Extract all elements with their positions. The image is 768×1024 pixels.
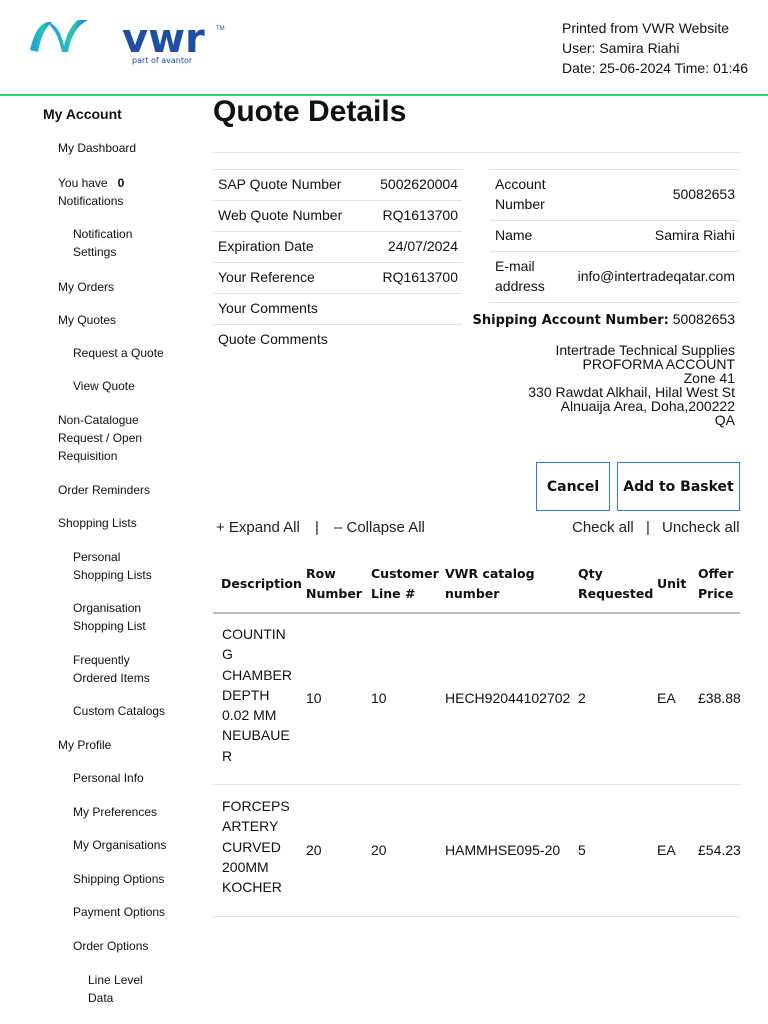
svg-text:part of avantor: part of avantor bbox=[132, 56, 193, 65]
column-header: Unit bbox=[657, 576, 687, 591]
add-to-basket-button[interactable]: Add to Basket bbox=[617, 462, 740, 511]
address-line: Intertrade Technical Supplies bbox=[555, 342, 735, 358]
sidebar-item-frequently-ordered[interactable]: Frequently Ordered Items bbox=[73, 651, 150, 687]
column-header: Customer Line # bbox=[371, 566, 439, 601]
notification-count: 0 bbox=[117, 176, 125, 190]
sidebar-item-notification-settings[interactable]: Notification Settings bbox=[73, 225, 132, 261]
printed-user: User: Samira Riahi bbox=[562, 40, 680, 56]
column-header: Description bbox=[221, 576, 302, 591]
account-name: Samira Riahi bbox=[654, 227, 735, 243]
cell-unit: EA bbox=[657, 841, 676, 858]
cell-customer-line: 10 bbox=[371, 690, 387, 707]
sidebar-item-order-options[interactable]: Order Options bbox=[73, 937, 148, 955]
address-line: PROFORMA ACCOUNT bbox=[582, 356, 735, 372]
column-header: VWR catalog number bbox=[445, 566, 535, 601]
cell-price: £38.88 bbox=[698, 690, 741, 707]
uncheck-all-link[interactable]: Uncheck all bbox=[662, 519, 740, 536]
divider bbox=[213, 152, 740, 153]
printed-datetime: Date: 25-06-2024 Time: 01:46 bbox=[562, 60, 749, 76]
page-title: Quote Details bbox=[213, 95, 407, 128]
sidebar-item-orders[interactable]: My Orders bbox=[58, 278, 114, 296]
cell-price: £54.23 bbox=[698, 841, 741, 858]
address-line: QA bbox=[714, 412, 735, 428]
sidebar-item-line-level-data[interactable]: Line Level Data bbox=[88, 971, 143, 1007]
quote-info-value: RQ1613700 bbox=[382, 269, 458, 285]
cell-row: 20 bbox=[306, 841, 322, 858]
quote-info-value: 5002620004 bbox=[380, 176, 458, 192]
sidebar-item-request-quote[interactable]: Request a Quote bbox=[73, 344, 164, 362]
column-header: Qty Requested bbox=[578, 566, 654, 601]
address-line: Zone 41 bbox=[683, 370, 735, 386]
sidebar-item-quotes[interactable]: My Quotes bbox=[58, 311, 116, 329]
sidebar-item-notifications[interactable]: You have 0 Notifications bbox=[58, 174, 124, 210]
cell-qty: 2 bbox=[578, 690, 586, 707]
check-all-link[interactable]: Check all bbox=[572, 519, 634, 536]
sidebar-item-view-quote[interactable]: View Quote bbox=[73, 377, 135, 395]
account-number: 50082653 bbox=[672, 186, 735, 202]
link-separator: | bbox=[315, 519, 319, 536]
cancel-button[interactable]: Cancel bbox=[536, 462, 610, 511]
quote-info-value: RQ1613700 bbox=[382, 207, 458, 223]
sidebar-item-shopping-lists[interactable]: Shopping Lists bbox=[58, 514, 137, 532]
column-header: Offer Price bbox=[698, 566, 734, 601]
expand-all-link[interactable]: + Expand All bbox=[216, 519, 300, 536]
sidebar-item-organisations[interactable]: My Organisations bbox=[73, 836, 166, 854]
sidebar-item-shipping-options[interactable]: Shipping Options bbox=[73, 870, 164, 888]
sidebar-item-personal-shopping-lists[interactable]: Personal Shopping Lists bbox=[73, 548, 152, 584]
shipping-address: Intertrade Technical Supplies PROFORMA AC… bbox=[528, 343, 735, 427]
sidebar-item-payment-options[interactable]: Payment Options bbox=[73, 903, 165, 921]
svg-text:TM: TM bbox=[216, 26, 225, 32]
link-separator: | bbox=[646, 519, 650, 536]
account-email: info@intertradeqatar.com bbox=[577, 268, 735, 284]
notifications-prefix: You have bbox=[58, 176, 108, 190]
quote-info-label: Your Reference bbox=[218, 269, 315, 285]
column-header: Row Number bbox=[306, 566, 362, 601]
quote-info-label: Expiration Date bbox=[218, 238, 314, 254]
sidebar-item-personal-info[interactable]: Personal Info bbox=[73, 769, 144, 787]
cell-unit: EA bbox=[657, 690, 676, 707]
sidebar-item-preferences[interactable]: My Preferences bbox=[73, 803, 157, 821]
cell-qty: 5 bbox=[578, 841, 586, 858]
address-line: 330 Rawdat Alkhail, Hilal West St bbox=[528, 384, 735, 400]
vwr-logo: vwr part of avantor TM bbox=[30, 16, 225, 65]
sidebar-item-profile[interactable]: My Profile bbox=[58, 736, 111, 754]
shipping-account: Shipping Account Number: 50082653 bbox=[472, 311, 735, 328]
name-label: Name bbox=[495, 227, 533, 243]
quote-info-label: SAP Quote Number bbox=[218, 176, 342, 192]
printed-from: Printed from VWR Website bbox=[562, 20, 730, 36]
quote-info-label: Quote Comments bbox=[218, 331, 328, 347]
sidebar-item-order-reminders[interactable]: Order Reminders bbox=[58, 481, 150, 499]
cell-catalog: HAMMHSE095-20 bbox=[445, 841, 561, 858]
sidebar-item-custom-catalogs[interactable]: Custom Catalogs bbox=[73, 702, 165, 720]
cell-catalog: HECH92044102702 bbox=[445, 690, 571, 707]
quote-info-label: Web Quote Number bbox=[218, 207, 343, 223]
quote-info-label: Your Comments bbox=[218, 300, 318, 316]
sidebar-title: My Account bbox=[43, 106, 122, 122]
sidebar-item-non-catalogue[interactable]: Non-Catalogue Request / Open Requisition bbox=[58, 411, 142, 465]
account-number-label: Account Number bbox=[495, 176, 546, 212]
address-line: Alnuaija Area, Doha,200222 bbox=[560, 398, 735, 414]
item-description: COUNTIN G CHAMBER DEPTH 0.02 MM NEUBAUE R bbox=[222, 626, 293, 764]
quote-info-value: 24/07/2024 bbox=[387, 238, 458, 254]
cell-row: 10 bbox=[306, 690, 322, 707]
notifications-label: Notifications bbox=[58, 194, 124, 208]
cell-customer-line: 20 bbox=[371, 841, 387, 858]
collapse-all-link[interactable]: – Collapse All bbox=[334, 519, 425, 536]
item-description: FORCEPS ARTERY CURVED 200MM KOCHER bbox=[222, 798, 290, 896]
email-label: E-mail address bbox=[495, 258, 545, 294]
sidebar-item-dashboard[interactable]: My Dashboard bbox=[58, 139, 136, 157]
sidebar-item-organisation-shopping-list[interactable]: Organisation Shopping List bbox=[73, 599, 146, 635]
